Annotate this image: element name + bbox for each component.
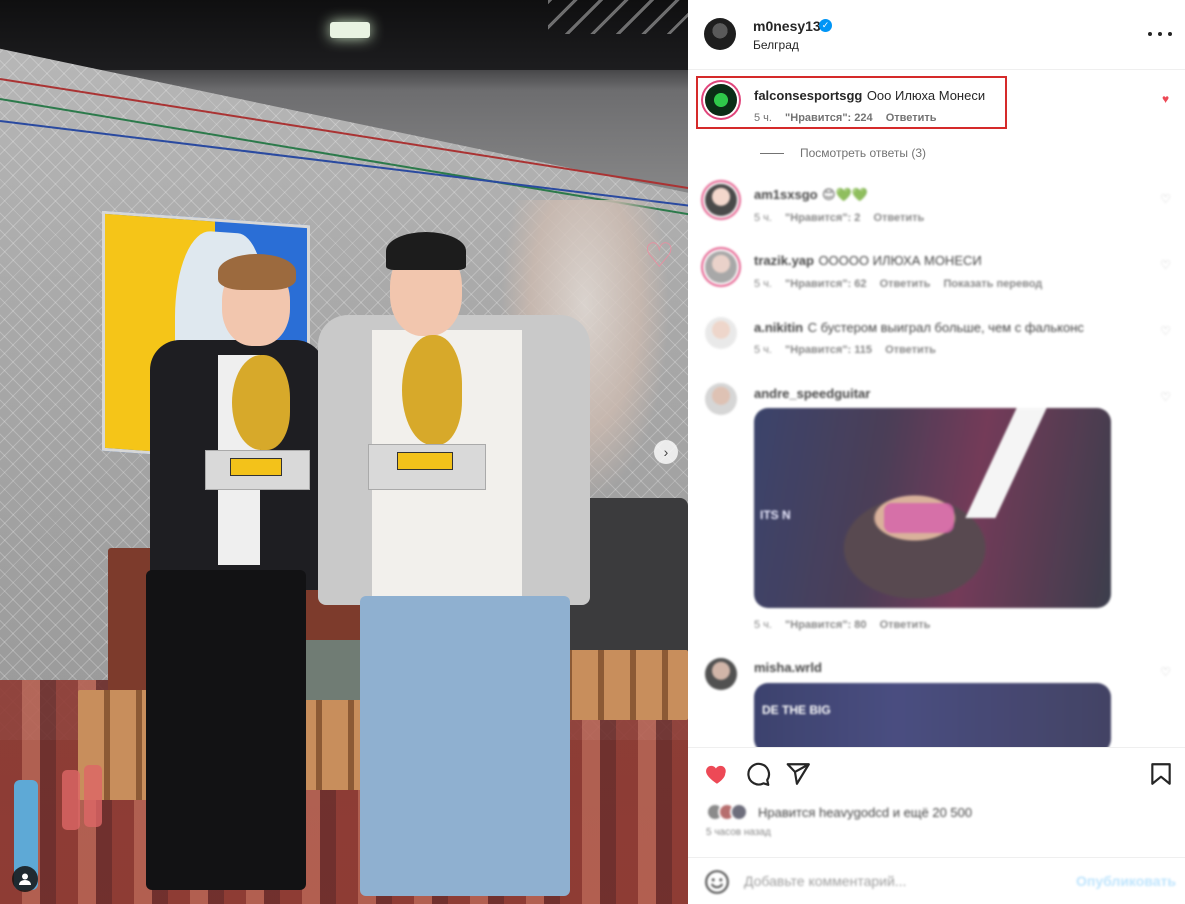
- comment-gif[interactable]: ITS N: [754, 408, 1111, 608]
- post-location[interactable]: Белград: [753, 38, 799, 52]
- comment-text: С бустером выиграл больше, чем с фалькон…: [807, 320, 1084, 335]
- post-header: m0nesy13 ✓ Белград: [688, 0, 1185, 70]
- add-comment-bar: Опубликовать: [688, 857, 1185, 904]
- comment-reply-button[interactable]: Ответить: [885, 344, 936, 356]
- like-heart-icon[interactable]: [704, 761, 730, 787]
- comment-like-heart-icon[interactable]: ♡: [1159, 259, 1172, 272]
- liker-avatar: [730, 803, 748, 821]
- comment-line: trazik.yap ООООО ИЛЮХА МОНЕСИ: [754, 252, 982, 270]
- owner-avatar[interactable]: [704, 18, 736, 50]
- comment-avatar[interactable]: [705, 317, 737, 349]
- view-replies-button[interactable]: Посмотреть ответы (3): [760, 146, 926, 160]
- comment-reply-button[interactable]: Ответить: [886, 112, 937, 124]
- comment-bubble-icon[interactable]: [745, 761, 771, 787]
- more-dot-icon: [1158, 32, 1162, 36]
- comment-username[interactable]: a.nikitin: [754, 320, 803, 335]
- more-dot-icon: [1148, 32, 1152, 36]
- comment-line: misha.wrld: [754, 659, 822, 677]
- comment-avatar[interactable]: [705, 251, 737, 283]
- chevron-right-icon: ›: [663, 444, 669, 460]
- comment-username[interactable]: am1sxsgo: [754, 187, 818, 202]
- comment-username[interactable]: misha.wrld: [754, 660, 822, 675]
- comment-meta: 5 ч. "Нравится": 80 Ответить: [754, 619, 940, 631]
- post-time-ago[interactable]: 5 часов назад: [706, 827, 771, 838]
- bookmark-icon[interactable]: [1148, 761, 1174, 787]
- comment-line: falconsesportsgg Ооо Илюха Монеси: [754, 87, 985, 105]
- comment-username[interactable]: trazik.yap: [754, 253, 814, 268]
- comment-time: 5 ч.: [754, 212, 772, 224]
- comment-text: Ооо Илюха Монеси: [866, 88, 986, 103]
- comment-likes-count[interactable]: "Нравится": 224: [785, 112, 873, 124]
- comment-reply-button[interactable]: Ответить: [880, 619, 931, 631]
- comment-like-heart-icon[interactable]: ♡: [1159, 193, 1172, 206]
- comment-line: am1sxsgo 😊💚💚: [754, 186, 868, 204]
- tagged-users-button[interactable]: [12, 866, 38, 892]
- post-side-panel: m0nesy13 ✓ Белград falconsesportsgg Ооо …: [688, 0, 1185, 904]
- likes-summary[interactable]: Нравится heavygodcd и ещё 20 500: [706, 803, 972, 821]
- post-comment-button[interactable]: Опубликовать: [1076, 873, 1176, 889]
- comment-username[interactable]: andre_speedguitar: [754, 386, 870, 401]
- comment-avatar[interactable]: [705, 383, 737, 415]
- more-dot-icon: [1168, 32, 1172, 36]
- comment-meta: 5 ч. "Нравится": 115 Ответить: [754, 344, 946, 356]
- view-replies-label: Посмотреть ответы (3): [800, 146, 927, 160]
- comment-line: a.nikitin С бустером выиграл больше, чем…: [754, 319, 1084, 337]
- owner-username[interactable]: m0nesy13: [753, 18, 821, 34]
- comment-avatar[interactable]: [705, 184, 737, 216]
- gif-decoration: [965, 408, 1047, 518]
- replies-dash: [760, 152, 784, 154]
- comment-likes-count[interactable]: "Нравится": 80: [785, 619, 866, 631]
- comment-avatar[interactable]: [705, 84, 737, 116]
- share-paper-plane-icon[interactable]: [785, 761, 811, 787]
- show-translation-button[interactable]: Показать перевод: [943, 278, 1042, 290]
- gif-caption: DE THE BIG: [762, 703, 831, 717]
- comment-time: 5 ч.: [754, 112, 772, 124]
- more-options-button[interactable]: [1148, 26, 1172, 42]
- comment-like-heart-icon[interactable]: ♥: [1159, 93, 1172, 106]
- comment-meta: 5 ч. "Нравится": 224 Ответить: [754, 112, 947, 124]
- post-actions-bar: Нравится heavygodcd и ещё 20 500 5 часов…: [688, 747, 1185, 857]
- gif-caption: ITS N: [760, 508, 791, 522]
- comment-meta: 5 ч. "Нравится": 2 Ответить: [754, 212, 934, 224]
- user-icon: [19, 873, 31, 885]
- carousel-next-button[interactable]: ›: [654, 440, 678, 464]
- comments-list[interactable]: falconsesportsgg Ооо Илюха Монеси 5 ч. "…: [688, 71, 1185, 747]
- comment-time: 5 ч.: [754, 278, 772, 290]
- comment-time: 5 ч.: [754, 619, 772, 631]
- comment-avatar[interactable]: [705, 658, 737, 690]
- comment-likes-count[interactable]: "Нравится": 115: [785, 344, 872, 356]
- gif-decoration: [884, 503, 954, 533]
- likes-text: Нравится heavygodcd и ещё 20 500: [758, 804, 973, 820]
- photo-mural-heart: ♡: [644, 237, 675, 275]
- post-photo[interactable]: ♡ ›: [0, 0, 688, 904]
- comment-likes-count[interactable]: "Нравится": 62: [785, 278, 866, 290]
- photo-bottle: [84, 765, 102, 827]
- comment-like-heart-icon[interactable]: ♡: [1159, 325, 1172, 338]
- emoji-smile-icon[interactable]: [704, 869, 730, 895]
- comment-meta: 5 ч. "Нравится": 62 Ответить Показать пе…: [754, 278, 1052, 290]
- comment-reply-button[interactable]: Ответить: [873, 212, 924, 224]
- comment-text: ООООО ИЛЮХА МОНЕСИ: [818, 253, 982, 268]
- photo-bottle: [62, 770, 80, 830]
- comment-input[interactable]: [744, 870, 1064, 892]
- verified-badge-icon: ✓: [819, 19, 832, 32]
- comment-line: andre_speedguitar: [754, 385, 870, 403]
- photo-truss: [548, 0, 688, 34]
- comment-reply-button[interactable]: Ответить: [880, 278, 931, 290]
- comment-likes-count[interactable]: "Нравится": 2: [785, 212, 860, 224]
- comment-gif[interactable]: DE THE BIG: [754, 683, 1111, 747]
- comment-like-heart-icon[interactable]: ♡: [1159, 666, 1172, 679]
- comment-like-heart-icon[interactable]: ♡: [1159, 391, 1172, 404]
- comment-text: 😊💚💚: [822, 187, 868, 202]
- comment-username[interactable]: falconsesportsgg: [754, 88, 862, 103]
- photo-ceiling-light: [330, 22, 370, 38]
- comment-time: 5 ч.: [754, 344, 772, 356]
